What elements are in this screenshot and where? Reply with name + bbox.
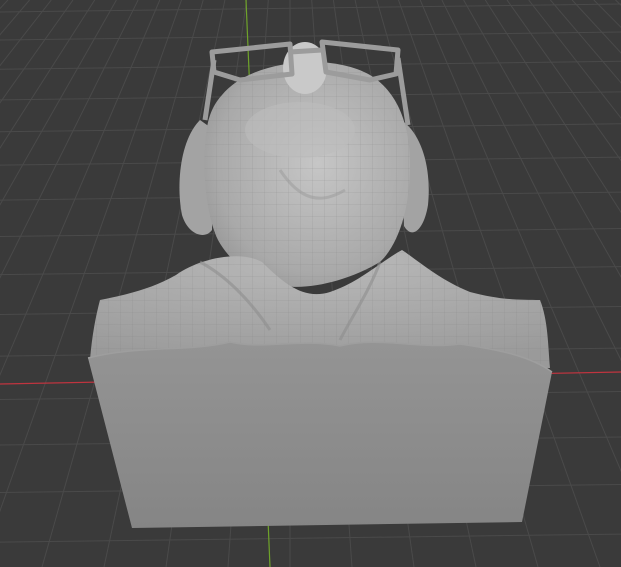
3d-viewport[interactable] (0, 0, 621, 567)
base-block (88, 342, 552, 528)
viewport-canvas[interactable] (0, 0, 621, 567)
chin (245, 102, 355, 158)
head-wireframe (204, 61, 410, 287)
